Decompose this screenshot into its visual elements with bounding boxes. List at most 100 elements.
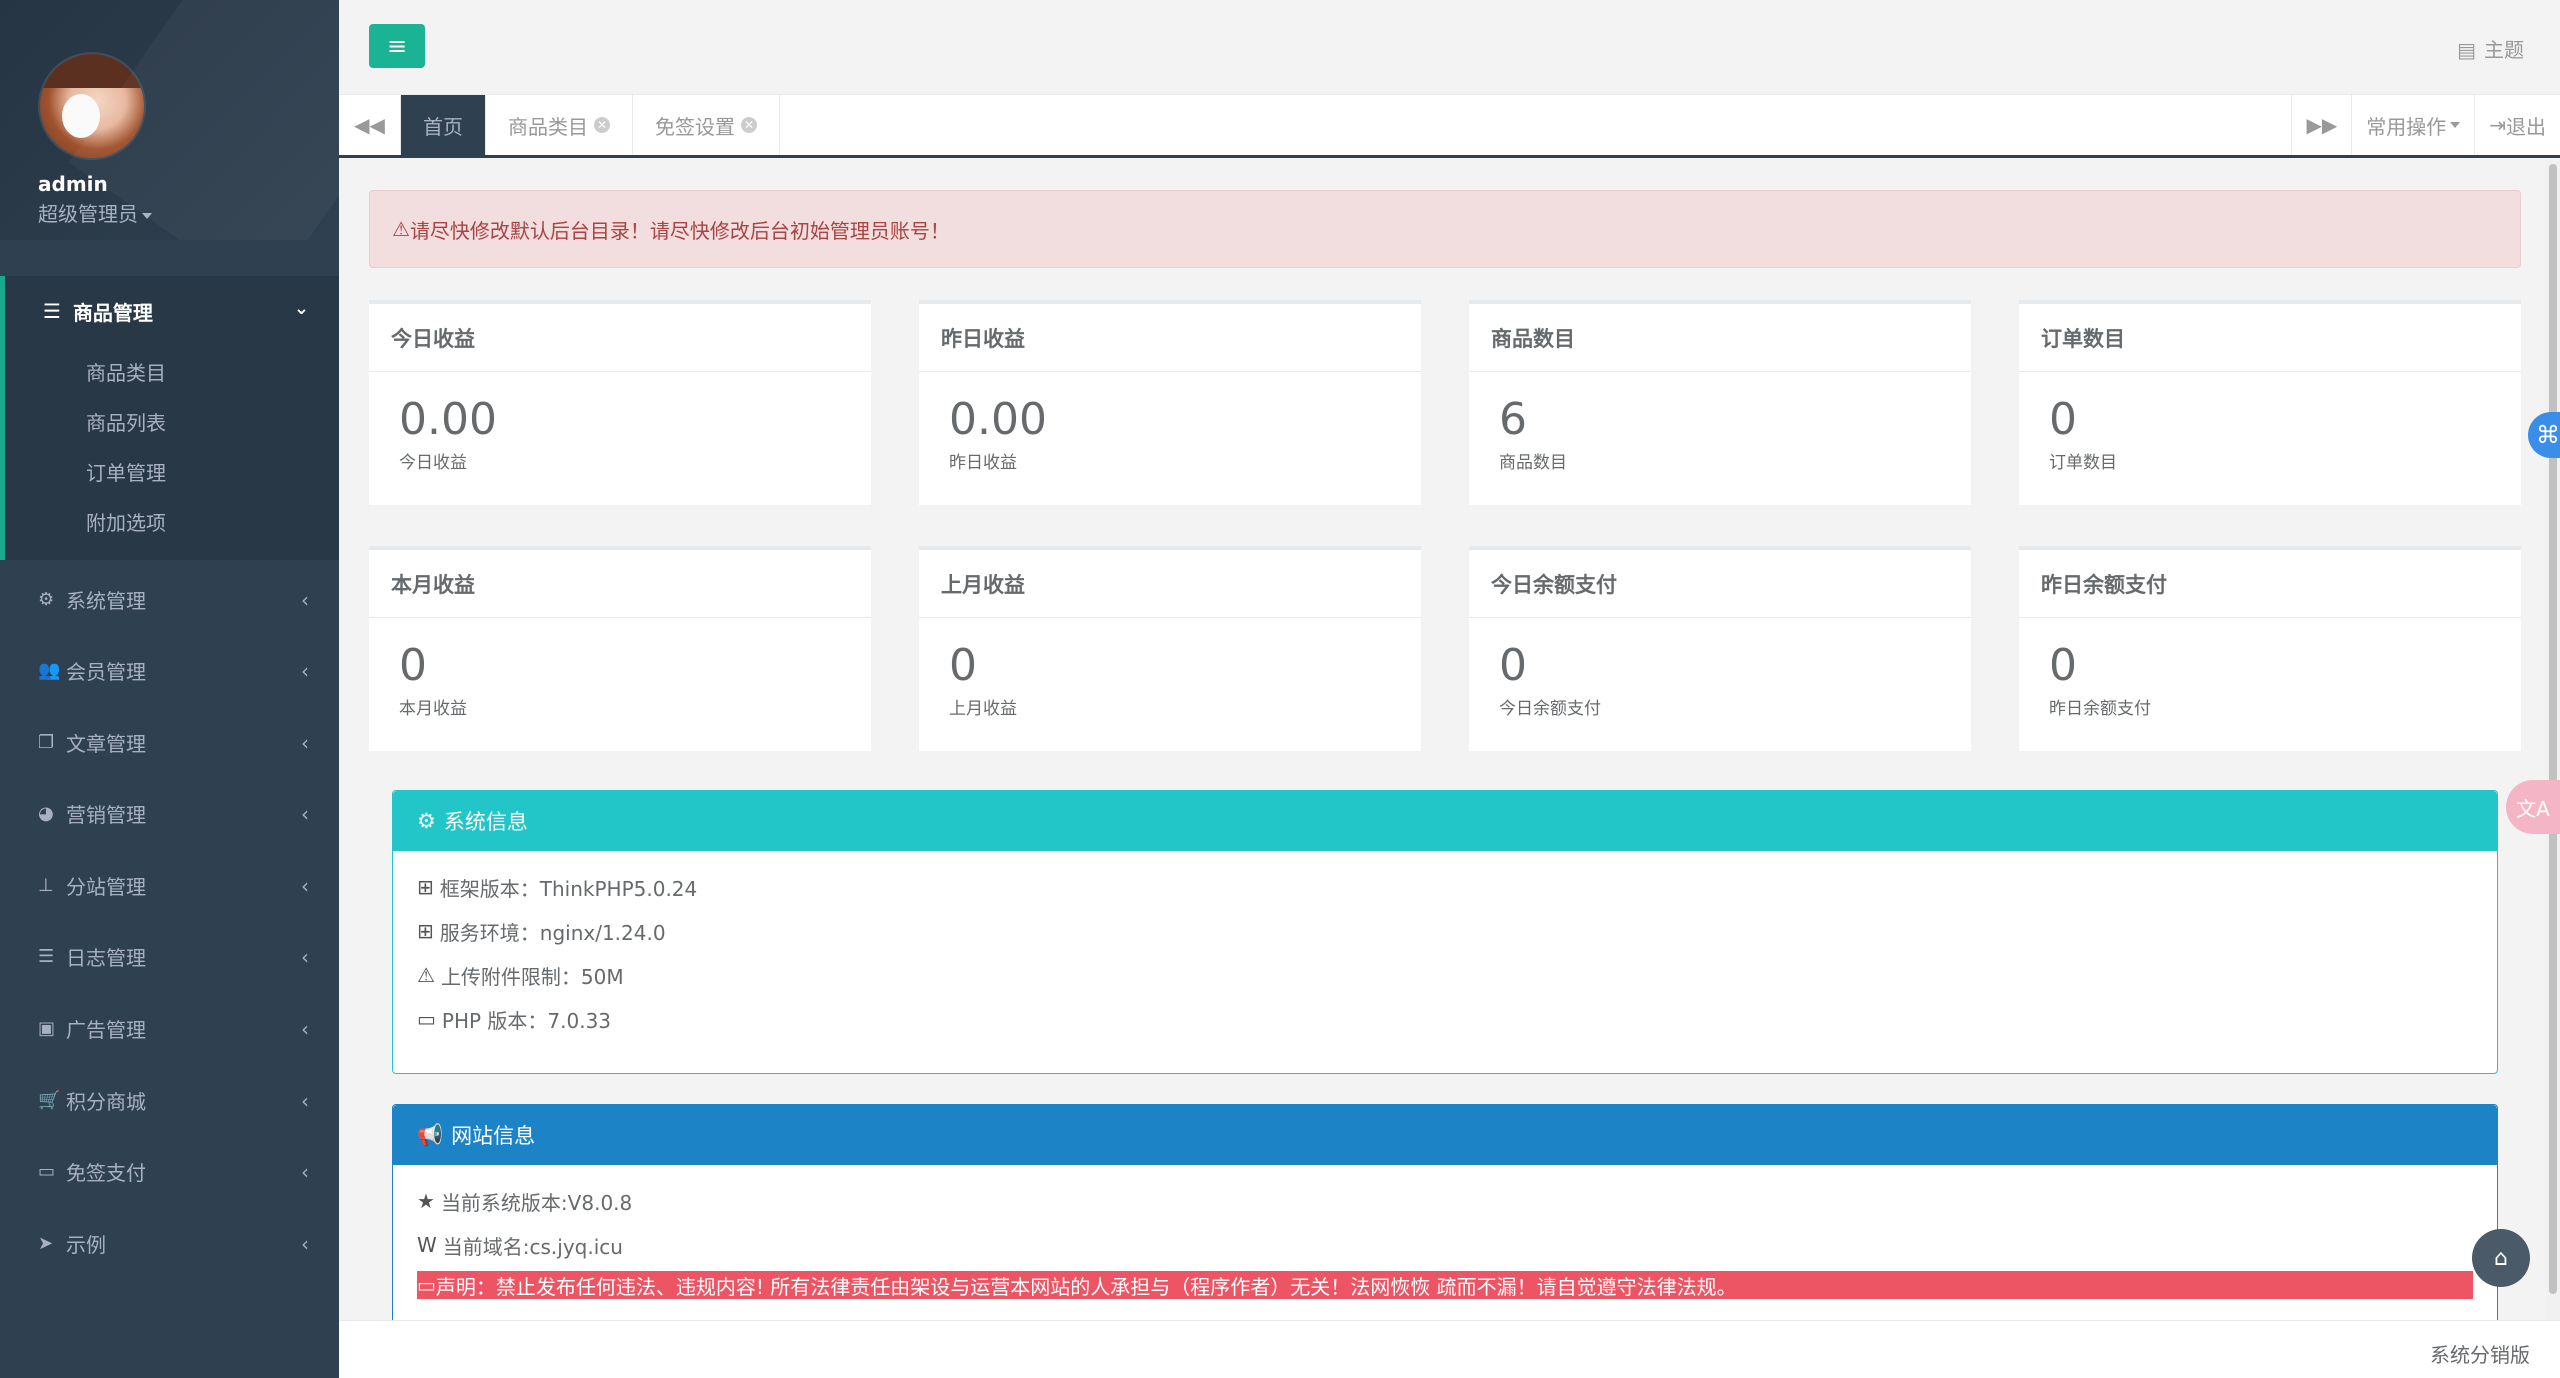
site-info-row: W 当前域名:cs.jyq.icu [393,1223,2497,1267]
copy-icon: ❐ [38,732,55,753]
sidebar-item-payment[interactable]: ▭ 免签支付 ‹ [0,1136,339,1207]
sidebar-item-members[interactable]: 👥 会员管理 ‹ [0,635,339,706]
stat-card-value: 0.00 [399,394,497,445]
stat-card-title: 昨日收益 [919,304,1421,372]
wikipedia-icon: W [417,1233,437,1257]
stat-card-value: 0 [2049,640,2077,691]
content-scrollbar[interactable] [2546,158,2560,1320]
warning-icon: ⚠ [417,963,435,987]
pie-chart-icon: ◕ [38,803,54,824]
backward-icon: ◀◀ [354,113,385,137]
tab-scroll-left-button[interactable]: ◀◀ [339,95,401,155]
footer-text: 系统分销版 [2430,1343,2530,1367]
stat-card-today-income: 今日收益 0.00 今日收益 [369,300,871,505]
credit-card-icon: ▭ [417,1007,436,1031]
system-info-row: ▭ PHP 版本：7.0.33 [393,997,2497,1041]
credit-card-icon: ▭ [38,1161,56,1182]
close-icon[interactable]: ✕ [594,117,610,133]
chevron-left-icon: ‹ [301,1231,309,1256]
logout-button[interactable]: ⇥ 退出 [2474,95,2560,155]
stat-card-value: 0 [2049,394,2077,445]
tab-bar: ◀◀ 首页 商品类目 ✕ 免签设置 ✕ ▶▶ 常用操作 ⇥ 退出 [339,95,2560,158]
stat-card-title: 今日收益 [369,304,871,372]
sidebar-item-label: 积分商城 [66,1090,146,1114]
role-dropdown[interactable]: 超级管理员 [38,198,152,227]
chevron-left-icon: ‹ [301,730,309,755]
chevron-down-icon: ⌄ [293,298,309,319]
stat-card-value: 0.00 [949,394,1047,445]
system-info-text: 上传附件限制：50M [440,964,624,989]
system-info-title: 系统信息 [443,810,528,834]
tab-home[interactable]: 首页 [401,95,486,155]
disclaimer-text: 声明：禁止发布任何违法、违规内容! 所有法律责任由架设与运营本网站的人承担与（程… [435,1274,1737,1299]
translate-button[interactable]: 文A [2506,780,2560,834]
close-icon[interactable]: ✕ [741,117,757,133]
stat-card-value: 6 [1499,394,1527,445]
alert-text: 请尽快修改默认后台目录！请尽快修改后台初始管理员账号！ [409,218,950,243]
gear-icon: ⚙ [38,589,55,610]
star-icon: ★ [417,1189,435,1213]
sidebar-item-ads[interactable]: ▣ 广告管理 ‹ [0,993,339,1064]
avatar[interactable] [38,52,146,160]
caret-down-icon [2450,122,2461,128]
sidebar-item-label: 分站管理 [66,875,146,899]
sidebar-item-label: 免签支付 [66,1161,146,1185]
sidebar-item-substations[interactable]: ⊥ 分站管理 ‹ [0,850,339,921]
tab-actions: ▶▶ 常用操作 ⇥ 退出 [2291,95,2560,155]
stat-card-yesterday-income: 昨日收益 0.00 昨日收益 [919,300,1421,505]
warning-alert: ⚠ 请尽快修改默认后台目录！请尽快修改后台初始管理员账号！ [369,190,2521,268]
chevron-left-icon: ‹ [301,1088,309,1113]
bars-icon: ☰ [43,299,61,323]
command-icon: ⌘ [2536,421,2560,449]
site-info-header: 📢 网站信息 [393,1105,2497,1165]
stat-card-title: 商品数目 [1469,304,1971,372]
site-info-title: 网站信息 [451,1124,536,1148]
thumbtack-icon: ⊥ [38,875,54,896]
bars-icon: ≡ [386,32,408,60]
sidebar-item-system[interactable]: ⚙ 系统管理 ‹ [0,564,339,635]
sidebar-item-label: 广告管理 [66,1018,146,1042]
stat-card-value: 0 [399,640,427,691]
tab-goods-category[interactable]: 商品类目 ✕ [486,95,633,155]
list-icon: ☰ [38,946,55,967]
tab-label: 商品类目 [508,114,588,139]
site-info-text: 当前域名:cs.jyq.icu [442,1234,623,1259]
profile-area: admin 超级管理员 [0,0,339,240]
stat-card-today-balance-pay: 今日余额支付 0 今日余额支付 [1469,546,1971,751]
back-to-top-button[interactable]: ⌂ [2472,1229,2530,1287]
credit-card-icon: ▭ [417,1273,436,1297]
sidebar-item-examples[interactable]: ➤ 示例 ‹ [0,1208,339,1279]
theme-button[interactable]: ▤ 主题 [2457,34,2524,63]
stat-card-label: 昨日收益 [949,453,1017,473]
sidebar-item-logs[interactable]: ☰ 日志管理 ‹ [0,921,339,992]
system-info-row: ⊞ 框架版本：ThinkPHP5.0.24 [393,865,2497,909]
windows-icon: ⊞ [417,919,434,943]
sidebar-toggle-button[interactable]: ≡ [369,24,425,68]
submenu-item-goods-category[interactable]: 商品类目 [5,346,339,396]
sidebar-item-articles[interactable]: ❐ 文章管理 ‹ [0,707,339,778]
translate-icon: 文A [2516,796,2550,821]
common-ops-dropdown[interactable]: 常用操作 [2351,95,2474,155]
sidebar-item-marketing[interactable]: ◕ 营销管理 ‹ [0,778,339,849]
stat-card-title: 订单数目 [2019,304,2521,372]
menu-item-goods[interactable]: ☰ 商品管理 ⌄ [5,276,339,346]
stat-card-goods-count: 商品数目 6 商品数目 [1469,300,1971,505]
scrollbar-thumb[interactable] [2549,164,2557,1294]
sidebar: admin 超级管理员 ☰ 商品管理 ⌄ 商品类目 商品列表 订单管理 附加选项… [0,0,339,1378]
tab-payment-settings[interactable]: 免签设置 ✕ [633,95,780,155]
common-ops-label: 常用操作 [2366,114,2447,139]
home-icon: ⌂ [2494,1245,2508,1271]
tab-scroll-right-button[interactable]: ▶▶ [2291,95,2351,155]
tab-list: 首页 商品类目 ✕ 免签设置 ✕ [401,95,780,155]
system-info-panel: ⚙ 系统信息 ⊞ 框架版本：ThinkPHP5.0.24 ⊞ 服务环境：nginx/1… [392,790,2498,1074]
submenu-item-order-management[interactable]: 订单管理 [5,446,339,496]
site-info-text: 当前系统版本:V8.0.8 [440,1190,633,1215]
logout-label: 退出 [2506,114,2546,139]
submenu-item-extra-options[interactable]: 附加选项 [5,496,339,546]
chevron-left-icon: ‹ [301,1016,309,1041]
submenu-item-goods-list[interactable]: 商品列表 [5,396,339,446]
sidebar-item-points-mall[interactable]: 🛒 积分商城 ‹ [0,1065,339,1136]
sidebar-item-label: 日志管理 [66,946,146,970]
users-icon: 👥 [38,660,61,681]
system-info-row: ⊞ 服务环境：nginx/1.24.0 [393,909,2497,953]
